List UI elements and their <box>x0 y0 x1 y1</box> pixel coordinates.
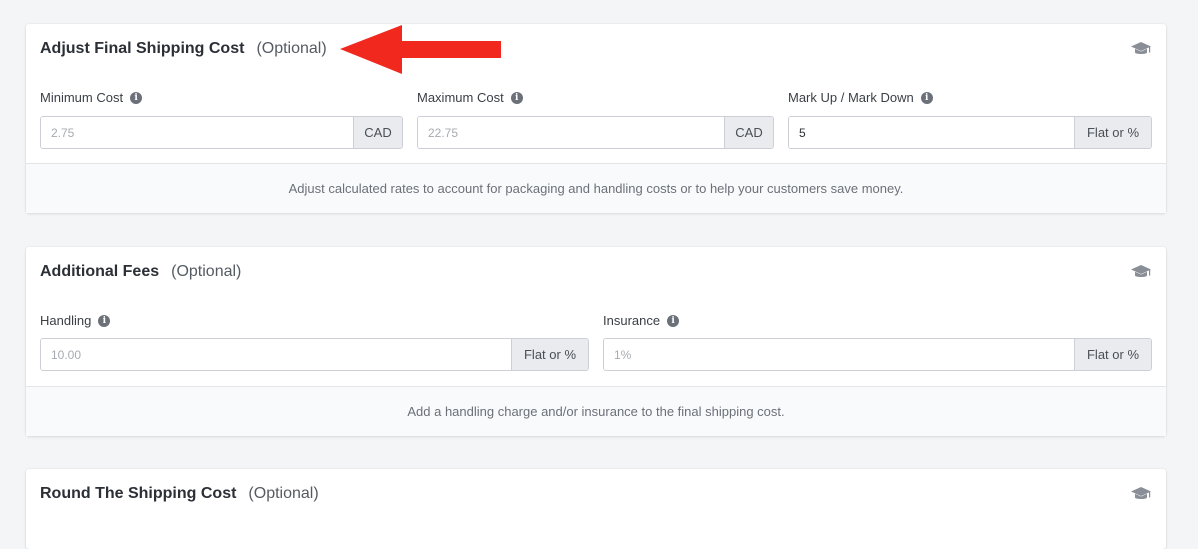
card-header: Adjust Final Shipping Cost (Optional) <box>40 40 327 60</box>
graduation-cap-icon[interactable] <box>1130 41 1152 57</box>
round-shipping-cost-card: Round The Shipping Cost (Optional) <box>26 469 1166 549</box>
section-title: Round The Shipping Cost <box>40 485 237 502</box>
currency-addon: CAD <box>724 117 773 148</box>
section-title: Additional Fees <box>40 263 160 280</box>
minimum-cost-label: Minimum Cost i <box>40 90 143 105</box>
minimum-cost-input-group: CAD <box>40 116 403 149</box>
maximum-cost-input[interactable] <box>418 117 724 148</box>
red-arrow-annotation-icon <box>340 25 501 74</box>
currency-addon: CAD <box>353 117 402 148</box>
minimum-cost-input[interactable] <box>41 117 353 148</box>
graduation-cap-icon[interactable] <box>1130 264 1152 280</box>
maximum-cost-label: Maximum Cost i <box>417 90 523 105</box>
info-icon[interactable]: i <box>130 91 143 104</box>
flat-or-percent-addon: Flat or % <box>1074 339 1151 370</box>
section-help-text: Add a handling charge and/or insurance t… <box>26 386 1166 436</box>
card-header: Round The Shipping Cost (Optional) <box>40 485 319 505</box>
section-title: Adjust Final Shipping Cost <box>40 40 245 57</box>
handling-label: Handling i <box>40 313 111 328</box>
info-icon[interactable]: i <box>920 91 933 104</box>
maximum-cost-input-group: CAD <box>417 116 774 149</box>
markup-markdown-input-group: Flat or % <box>788 116 1152 149</box>
optional-label: (Optional) <box>171 263 242 280</box>
additional-fees-card: Additional Fees (Optional) Handling i Fl… <box>26 247 1166 436</box>
field-label-text: Insurance <box>603 313 661 328</box>
insurance-label: Insurance i <box>603 313 680 328</box>
optional-label: (Optional) <box>248 485 319 502</box>
flat-or-percent-addon: Flat or % <box>511 339 588 370</box>
markup-markdown-label: Mark Up / Mark Down i <box>788 90 933 105</box>
section-help-text: Adjust calculated rates to account for p… <box>26 163 1166 213</box>
field-label-text: Minimum Cost <box>40 90 124 105</box>
field-label-text: Maximum Cost <box>417 90 504 105</box>
adjust-final-shipping-cost-card: Adjust Final Shipping Cost (Optional) Mi… <box>26 24 1166 213</box>
handling-input-group: Flat or % <box>40 338 589 371</box>
field-label-text: Handling <box>40 313 92 328</box>
card-header: Additional Fees (Optional) <box>40 263 241 283</box>
graduation-cap-icon[interactable] <box>1130 486 1152 502</box>
info-icon[interactable]: i <box>98 314 111 327</box>
insurance-input-group: Flat or % <box>603 338 1152 371</box>
insurance-input[interactable] <box>604 339 1074 370</box>
handling-input[interactable] <box>41 339 511 370</box>
field-label-text: Mark Up / Mark Down <box>788 90 914 105</box>
info-icon[interactable]: i <box>510 91 523 104</box>
markup-markdown-input[interactable] <box>789 117 1074 148</box>
optional-label: (Optional) <box>256 40 327 57</box>
flat-or-percent-addon: Flat or % <box>1074 117 1151 148</box>
info-icon[interactable]: i <box>667 314 680 327</box>
